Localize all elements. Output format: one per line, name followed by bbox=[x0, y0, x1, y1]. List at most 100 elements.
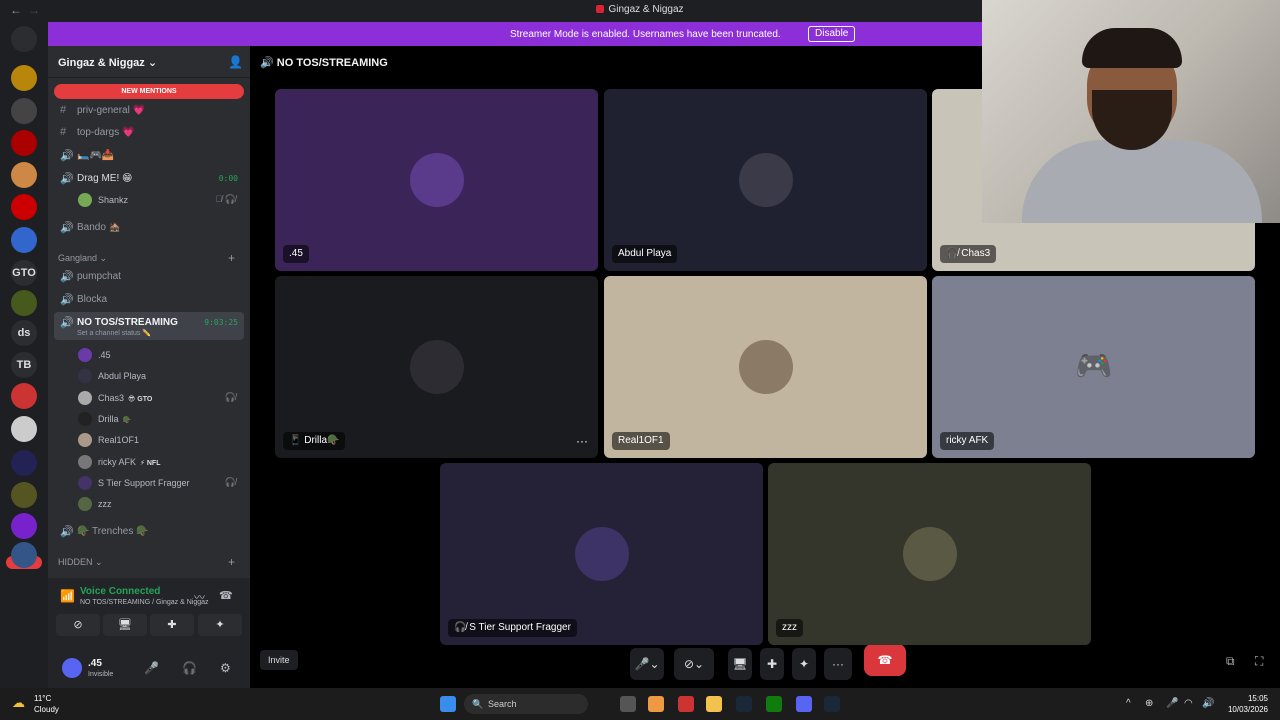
channel-no-tos-streaming[interactable]: 🔊 NO TOS/STREAMING 9:03:25 Set a channel… bbox=[54, 312, 244, 340]
disable-streamer-mode-button[interactable]: Disable bbox=[808, 26, 856, 42]
participant-tile[interactable]: zzz bbox=[768, 463, 1091, 645]
microphone-tray-icon[interactable]: 🎤 bbox=[1166, 698, 1178, 709]
discord-logo-icon: 🎮 bbox=[1075, 350, 1113, 383]
voice-member[interactable]: Abdul Playa bbox=[78, 367, 244, 385]
microphone-icon[interactable]: 🎤 bbox=[144, 661, 159, 675]
server-icon[interactable] bbox=[11, 290, 37, 316]
server-icon[interactable] bbox=[11, 194, 37, 220]
server-header[interactable]: Gingaz & Niggaz ⌄ 👤 bbox=[48, 46, 250, 78]
camera-off-icon[interactable]: ⊘⌄ bbox=[674, 648, 714, 680]
server-icon[interactable] bbox=[11, 130, 37, 156]
voice-member[interactable]: Real1OF1 bbox=[78, 431, 244, 449]
microphone-icon[interactable]: 🎤⌄ bbox=[630, 648, 664, 680]
network-icon[interactable]: ⊕ bbox=[1145, 698, 1153, 709]
server-icon[interactable]: ds bbox=[11, 320, 37, 346]
channel-top-dargs[interactable]: # top-dargs 💗 bbox=[54, 122, 244, 142]
participant-tile[interactable]: Abdul Playa bbox=[604, 89, 927, 271]
task-view-icon[interactable] bbox=[620, 696, 636, 712]
server-icon[interactable] bbox=[11, 513, 37, 539]
voice-status[interactable]: Voice Connected bbox=[80, 586, 160, 597]
start-icon[interactable] bbox=[440, 696, 456, 712]
channel-blocka[interactable]: 🔊 Blocka bbox=[54, 289, 244, 309]
fullscreen-icon[interactable]: ⛶ bbox=[1255, 654, 1263, 669]
channel-pumpchat[interactable]: 🔊 pumpchat bbox=[54, 266, 244, 286]
screen-share-icon[interactable]: 🖥 bbox=[103, 614, 147, 636]
avatar bbox=[410, 153, 464, 207]
channel-priv-general[interactable]: # priv-general 💗 bbox=[54, 100, 244, 120]
voice-member[interactable]: S Tier Support Fragger 🎧̸ bbox=[78, 474, 244, 492]
server-icon[interactable] bbox=[11, 227, 37, 253]
steam-icon[interactable] bbox=[736, 696, 752, 712]
steam-window-icon[interactable] bbox=[824, 696, 840, 712]
voice-member[interactable]: Chas3 😎 GTO 🎧̸ bbox=[78, 389, 244, 407]
channel-bando[interactable]: 🔊 Bando 🏚️ bbox=[54, 217, 244, 237]
discord-icon[interactable] bbox=[796, 696, 812, 712]
server-icon[interactable] bbox=[11, 542, 37, 568]
xbox-icon[interactable] bbox=[766, 696, 782, 712]
clock[interactable]: 15:05 10/03/2026 bbox=[1222, 693, 1268, 715]
screen-share-icon[interactable]: 🖥 bbox=[728, 648, 752, 680]
server-icon[interactable] bbox=[11, 450, 37, 476]
participant-tile[interactable]: 🎧̸ S Tier Support Fragger bbox=[440, 463, 763, 645]
disconnect-call-button[interactable]: ☎ bbox=[864, 644, 906, 676]
server-icon[interactable] bbox=[11, 65, 37, 91]
file-explorer-icon[interactable] bbox=[706, 696, 722, 712]
participant-tile[interactable]: 📱 Drilla🪖 ··· bbox=[275, 276, 598, 458]
channel-drag-me[interactable]: 🔊 Drag ME! 😁 0:00 bbox=[54, 168, 244, 188]
server-icon[interactable]: GTO bbox=[11, 260, 37, 286]
volume-icon[interactable]: 🔊 bbox=[1202, 698, 1214, 709]
wifi-icon[interactable]: ◠ bbox=[1184, 698, 1193, 709]
noise-suppression-icon[interactable]: 〰 bbox=[194, 589, 205, 605]
server-icon[interactable] bbox=[11, 98, 37, 124]
category-hidden[interactable]: HIDDEN ⌄ + bbox=[58, 555, 235, 569]
server-icon[interactable] bbox=[11, 416, 37, 442]
more-options-icon[interactable]: ··· bbox=[576, 434, 588, 448]
weather-widget[interactable]: 11°C Cloudy bbox=[34, 693, 59, 715]
chrome-icon[interactable] bbox=[648, 696, 664, 712]
channel-status[interactable]: Set a channel status ✏️ bbox=[77, 329, 151, 337]
channel-name: Blocka bbox=[77, 294, 108, 305]
voice-member[interactable]: zzz bbox=[78, 495, 244, 513]
server-icon[interactable] bbox=[11, 26, 37, 52]
invite-people-icon[interactable]: 👤 bbox=[228, 55, 243, 69]
gear-icon[interactable]: ⚙ bbox=[220, 661, 231, 675]
app-icon[interactable] bbox=[678, 696, 694, 712]
taskbar-search[interactable]: 🔍 Search bbox=[464, 694, 588, 714]
activities-icon[interactable]: ✚ bbox=[760, 648, 784, 680]
chevron-up-icon[interactable]: ^ bbox=[1126, 698, 1131, 709]
participant-tile[interactable]: .45 bbox=[275, 89, 598, 271]
voice-member[interactable]: ricky AFK ⚡ NFL bbox=[78, 453, 244, 471]
server-icon[interactable]: TB bbox=[11, 352, 37, 378]
participant-name: zzz bbox=[776, 619, 803, 637]
voice-member-shankz[interactable]: Shankz 🎙̸ 🎧̸ bbox=[78, 191, 244, 209]
channel-voice-emoji[interactable]: 🔊 🛏️🎮📥 bbox=[54, 145, 244, 165]
more-options-icon[interactable]: ··· bbox=[824, 648, 852, 680]
avatar bbox=[903, 527, 957, 581]
popout-icon[interactable]: ⧉ bbox=[1226, 654, 1235, 669]
add-channel-icon[interactable]: + bbox=[228, 251, 235, 265]
avatar[interactable] bbox=[62, 658, 82, 678]
weather-icon[interactable]: ☁ bbox=[12, 695, 25, 711]
activities-icon[interactable]: ✚ bbox=[150, 614, 194, 636]
soundboard-icon[interactable]: ✦ bbox=[792, 648, 816, 680]
username[interactable]: .45 bbox=[88, 658, 102, 669]
speaker-icon: 🔊 bbox=[60, 526, 74, 538]
server-icon[interactable] bbox=[11, 162, 37, 188]
new-mentions-pill[interactable]: NEW MENTIONS bbox=[54, 84, 244, 99]
voice-member[interactable]: .45 bbox=[78, 346, 244, 364]
voice-member[interactable]: Drilla 🪖 bbox=[78, 410, 244, 428]
voice-location[interactable]: NO TOS/STREAMING / Gingaz & Niggaz bbox=[80, 599, 209, 606]
category-gangland[interactable]: Gangland ⌄ + bbox=[58, 251, 235, 265]
add-channel-icon[interactable]: + bbox=[228, 555, 235, 569]
participant-tile[interactable]: Real1OF1 bbox=[604, 276, 927, 458]
soundboard-icon[interactable]: ✦ bbox=[198, 614, 242, 636]
invite-button[interactable]: Invite bbox=[260, 650, 298, 670]
camera-off-icon[interactable]: ⊘ bbox=[56, 614, 100, 636]
member-tag: 😎 GTO bbox=[128, 395, 153, 403]
server-icon[interactable] bbox=[11, 482, 37, 508]
disconnect-icon[interactable]: ☎ bbox=[219, 589, 233, 602]
channel-trenches[interactable]: 🔊 🪖 Trenches 🪖 bbox=[54, 521, 244, 541]
headphones-icon[interactable]: 🎧 bbox=[182, 661, 197, 675]
participant-tile[interactable]: 🎮 ricky AFK bbox=[932, 276, 1255, 458]
server-icon[interactable] bbox=[11, 383, 37, 409]
